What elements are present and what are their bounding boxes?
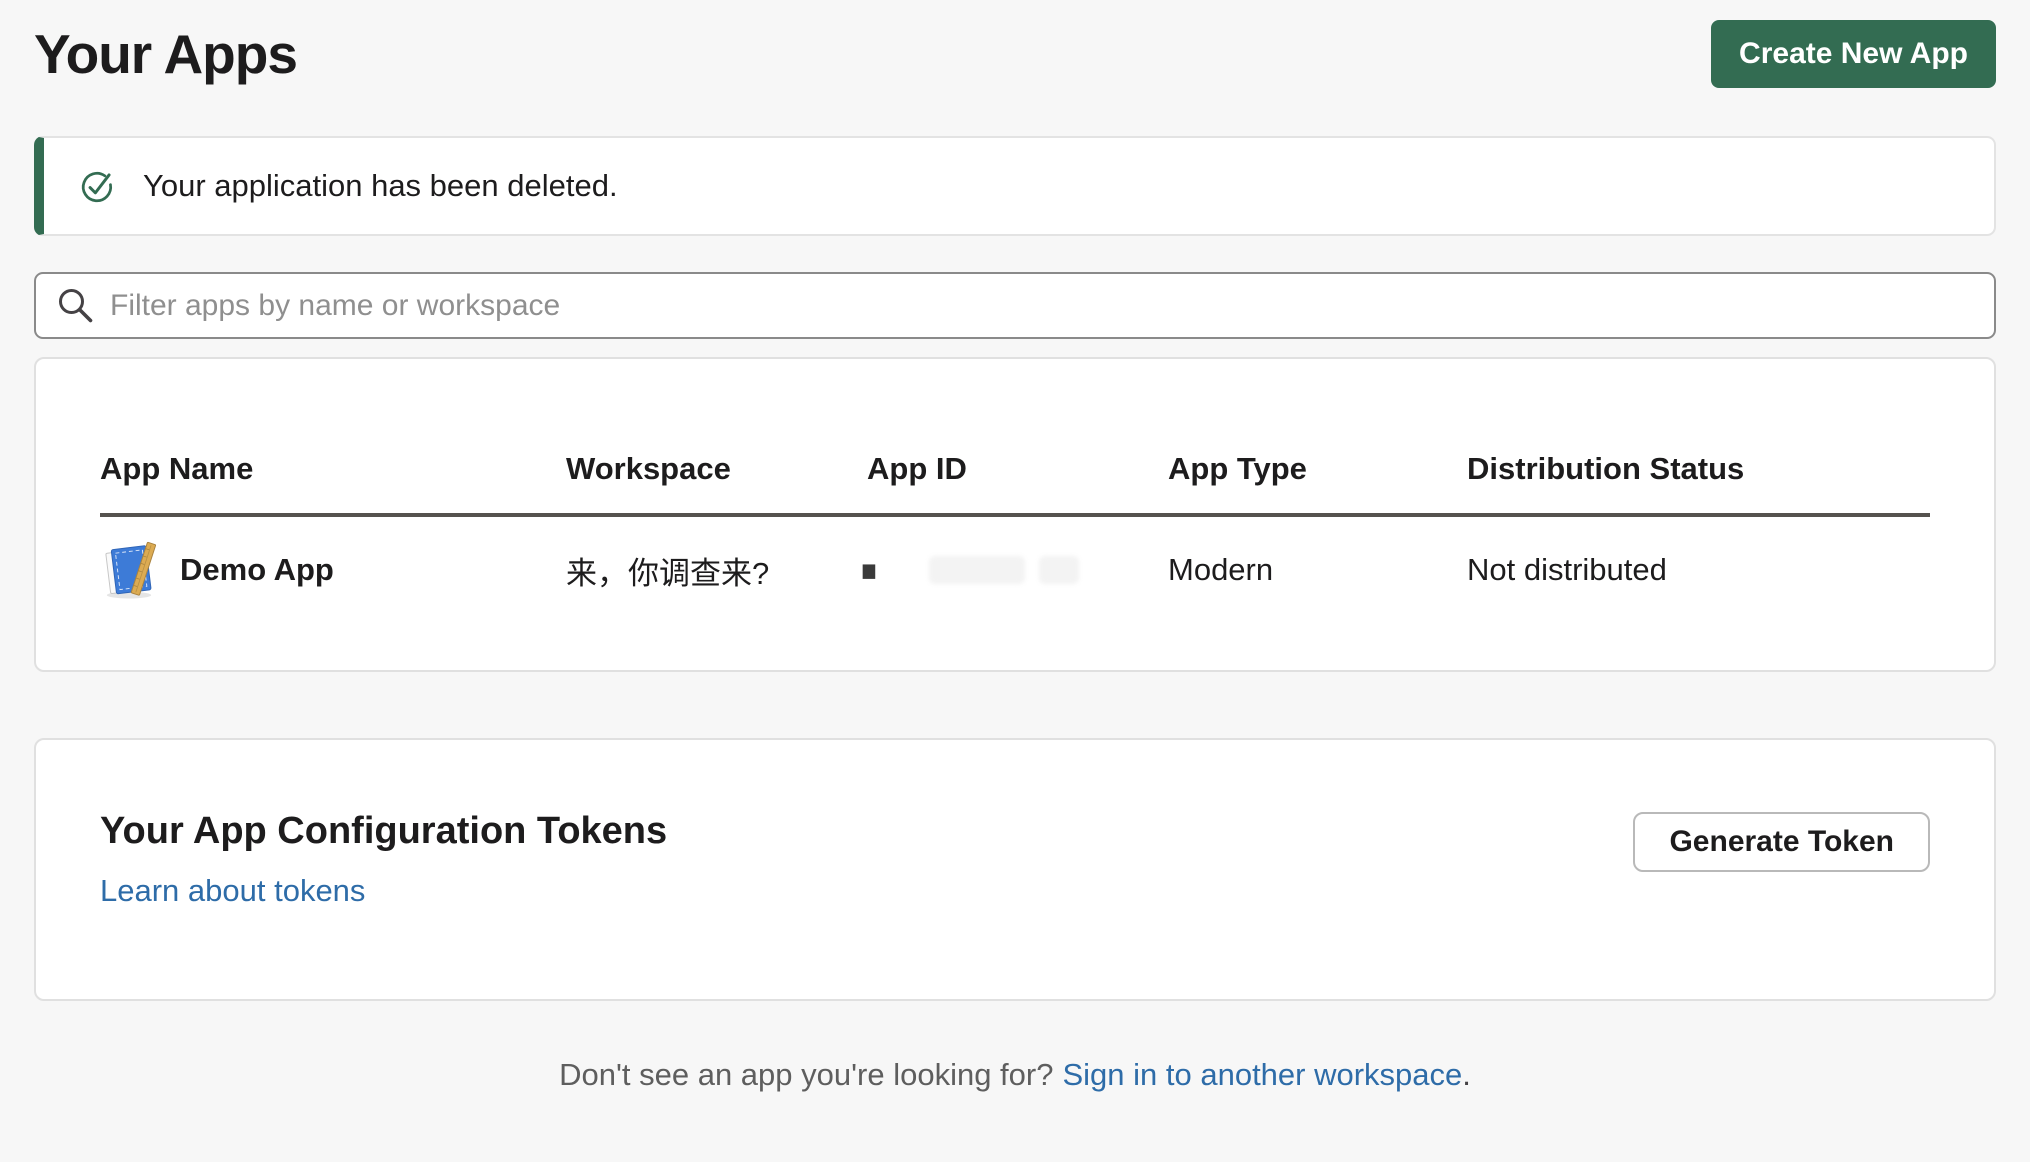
tokens-section-heading: Your App Configuration Tokens: [100, 810, 667, 853]
apps-table-card: App Name Workspace App ID App Type Distr…: [34, 357, 1996, 672]
distribution-status-cell: Not distributed: [1467, 552, 1930, 588]
app-name-cell[interactable]: Demo App: [100, 539, 566, 601]
page-title: Your Apps: [34, 22, 297, 86]
generate-token-button[interactable]: Generate Token: [1633, 812, 1930, 872]
create-new-app-button[interactable]: Create New App: [1711, 20, 1996, 88]
check-circle-icon: [79, 167, 117, 205]
learn-about-tokens-link[interactable]: Learn about tokens: [100, 873, 365, 909]
your-apps-page: Your Apps Create New App Your applicatio…: [0, 0, 2030, 1162]
footer-prompt-text: Don't see an app you're looking for?: [559, 1057, 1053, 1092]
search-input[interactable]: [110, 289, 1974, 323]
sign-in-another-workspace-link[interactable]: Sign in to another workspace: [1062, 1057, 1462, 1092]
alert-message: Your application has been deleted.: [143, 168, 618, 204]
footer: Don't see an app you're looking for? Sign…: [34, 1057, 1996, 1093]
column-header-workspace: Workspace: [566, 451, 867, 487]
column-header-app-name: App Name: [100, 451, 566, 487]
app-configuration-tokens-card: Your App Configuration Tokens Learn abou…: [34, 738, 1996, 1001]
workspace-cell: 来，你调查来?: [566, 548, 867, 593]
app-id-blur: [1039, 556, 1079, 584]
tokens-text-block: Your App Configuration Tokens Learn abou…: [100, 810, 667, 909]
filter-apps-search: [34, 272, 1996, 339]
table-row-demo-app[interactable]: Demo App 来，你调查来? ■ Modern Not distribute…: [100, 517, 1930, 601]
app-id-redacted-block: ■: [861, 555, 877, 585]
column-header-app-id: App ID: [867, 451, 1168, 487]
app-id-blur: [929, 556, 1025, 584]
column-header-distribution-status: Distribution Status: [1467, 451, 1930, 487]
app-name-link[interactable]: Demo App: [180, 552, 334, 588]
app-type-cell: Modern: [1168, 552, 1467, 588]
blue-notebook-ruler-app-icon: [100, 539, 158, 601]
apps-table-header-row: App Name Workspace App ID App Type Distr…: [100, 359, 1930, 517]
search-icon: [56, 286, 96, 326]
topbar: Your Apps Create New App: [34, 18, 1996, 90]
footer-suffix: .: [1462, 1057, 1471, 1092]
success-alert: Your application has been deleted.: [34, 136, 1996, 236]
app-id-cell: ■: [867, 556, 1168, 584]
column-header-app-type: App Type: [1168, 451, 1467, 487]
